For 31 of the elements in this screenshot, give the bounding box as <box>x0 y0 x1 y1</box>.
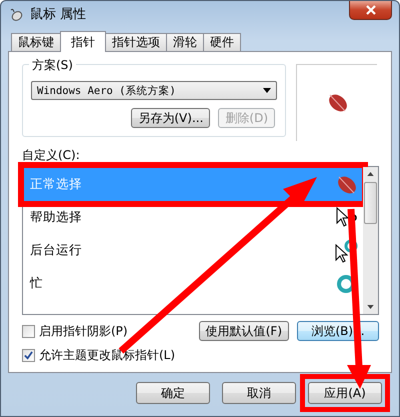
tab[interactable]: 硬件 <box>203 33 241 51</box>
dialog-button[interactable]: 取消 <box>222 382 296 404</box>
tab[interactable]: 鼠标键 <box>11 33 61 51</box>
group-label: 方案(S) <box>29 57 76 74</box>
scroll-thumb[interactable] <box>364 182 377 224</box>
dropdown-arrow-icon <box>263 88 271 93</box>
scheme-dropdown[interactable]: Windows Aero (系统方案) <box>31 81 277 100</box>
cursor-list-item[interactable]: 忙 <box>24 267 362 300</box>
check-icon <box>24 351 33 360</box>
scroll-down-icon <box>367 305 374 309</box>
checkbox-option[interactable]: 启用指针阴影(P) <box>22 322 128 340</box>
tab[interactable]: 指针选项 <box>105 33 167 51</box>
checkbox-option[interactable]: 允许主题更改鼠标指针(L) <box>22 347 379 364</box>
dialog-button[interactable]: 应用(A) <box>308 382 382 404</box>
close-icon <box>366 5 376 15</box>
dialog-button[interactable]: 确定 <box>136 382 210 404</box>
help-cursor-icon <box>334 206 358 230</box>
tab[interactable]: 指针 <box>60 31 106 52</box>
tab[interactable]: 滑轮 <box>166 33 204 51</box>
scheme-button[interactable]: 另存为(V)... <box>131 108 210 128</box>
customize-label: 自定义(C): <box>22 147 81 164</box>
checkbox[interactable] <box>22 349 35 362</box>
list-button[interactable]: 使用默认值(F) <box>198 321 289 341</box>
close-button[interactable] <box>349 1 392 20</box>
cursor-list-item[interactable]: 帮助选择 <box>24 201 362 234</box>
scrollbar[interactable] <box>363 167 378 314</box>
scroll-up-icon <box>367 172 374 176</box>
window-title: 鼠标 属性 <box>30 6 88 22</box>
checkbox[interactable] <box>22 324 35 338</box>
cursor-list-item[interactable]: 后台运行 <box>24 234 362 267</box>
working-cursor-icon <box>334 238 358 262</box>
